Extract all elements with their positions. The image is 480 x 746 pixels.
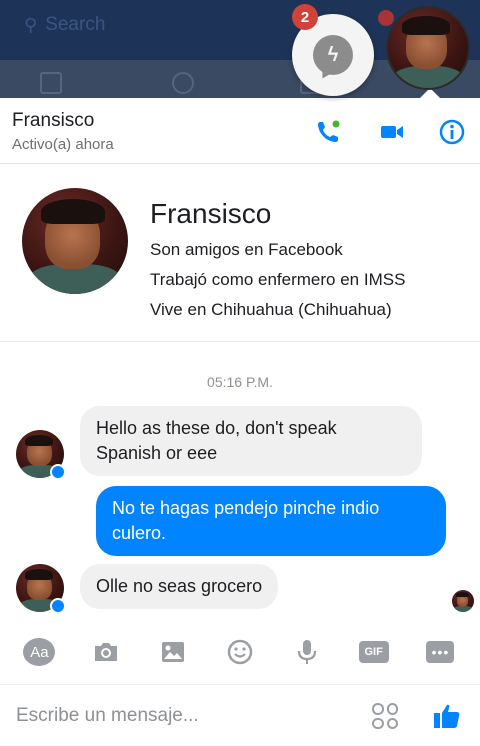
contact-name[interactable]: Fransisco <box>12 110 94 132</box>
gif-icon: GIF <box>358 641 389 663</box>
profile-work-line: Trabajó como enfermero en IMSS <box>150 270 406 289</box>
messenger-badge-icon <box>50 464 66 480</box>
like-button[interactable] <box>432 701 462 731</box>
emoji-icon <box>227 639 253 665</box>
outgoing-message[interactable]: No te hagas pendejo pinche indio culero. <box>96 486 446 556</box>
camera-button[interactable] <box>89 635 123 669</box>
messenger-badge: 2 <box>292 4 318 30</box>
text-size-button[interactable]: Aa <box>22 635 56 669</box>
message-timestamp: 05:16 P.M. <box>207 374 273 390</box>
incoming-message[interactable]: Hello as these do, don't speak Spanish o… <box>80 406 422 476</box>
gallery-button[interactable] <box>156 635 190 669</box>
image-icon <box>162 642 185 662</box>
profile-friends-line: Son amigos en Facebook <box>150 240 343 259</box>
seen-indicator-avatar <box>452 590 474 612</box>
aa-icon: Aa <box>23 638 56 666</box>
search-icon: ⚲ <box>24 14 38 35</box>
messenger-icon: ϟ <box>313 35 353 75</box>
profile-photo[interactable] <box>22 188 128 294</box>
news-feed-icon <box>40 72 62 94</box>
messenger-badge-icon <box>50 598 66 614</box>
search-placeholder: Search <box>45 14 106 35</box>
like-icon <box>434 704 460 728</box>
chat-panel: Fransisco Activo(a) ahora Fransisco Son … <box>0 98 480 746</box>
voice-button[interactable] <box>290 635 324 669</box>
user-chat-head-badge <box>378 10 394 26</box>
more-icon: ••• <box>426 641 455 663</box>
search-box[interactable]: ⚲ Search <box>24 12 264 38</box>
camera-icon <box>95 643 118 661</box>
user-chat-head[interactable] <box>386 6 470 90</box>
sticker-icon[interactable] <box>372 703 398 729</box>
mic-icon <box>297 640 316 664</box>
chat-header: Fransisco Activo(a) ahora <box>0 98 480 164</box>
incoming-message[interactable]: Olle no seas grocero <box>80 564 279 609</box>
compose-toolbar: Aa GIF ••• <box>0 622 480 682</box>
video-icon[interactable] <box>378 118 406 146</box>
sender-avatar <box>16 430 66 480</box>
active-status: Activo(a) ahora <box>12 136 114 153</box>
message-input[interactable] <box>16 699 346 733</box>
friends-icon <box>172 72 194 94</box>
info-icon[interactable] <box>438 118 466 146</box>
phone-icon[interactable] <box>314 118 342 146</box>
more-button[interactable]: ••• <box>423 635 457 669</box>
avatar <box>388 8 468 88</box>
profile-name: Fransisco <box>150 198 272 229</box>
sender-avatar <box>16 564 66 614</box>
profile-card: Fransisco Son amigos en Facebook Trabajó… <box>0 164 480 342</box>
emoji-button[interactable] <box>223 635 257 669</box>
profile-location-line: Vive en Chihuahua (Chihuahua) <box>150 300 392 319</box>
gif-button[interactable]: GIF <box>357 635 391 669</box>
message-composer <box>0 684 480 746</box>
redacted-surname <box>294 196 434 232</box>
